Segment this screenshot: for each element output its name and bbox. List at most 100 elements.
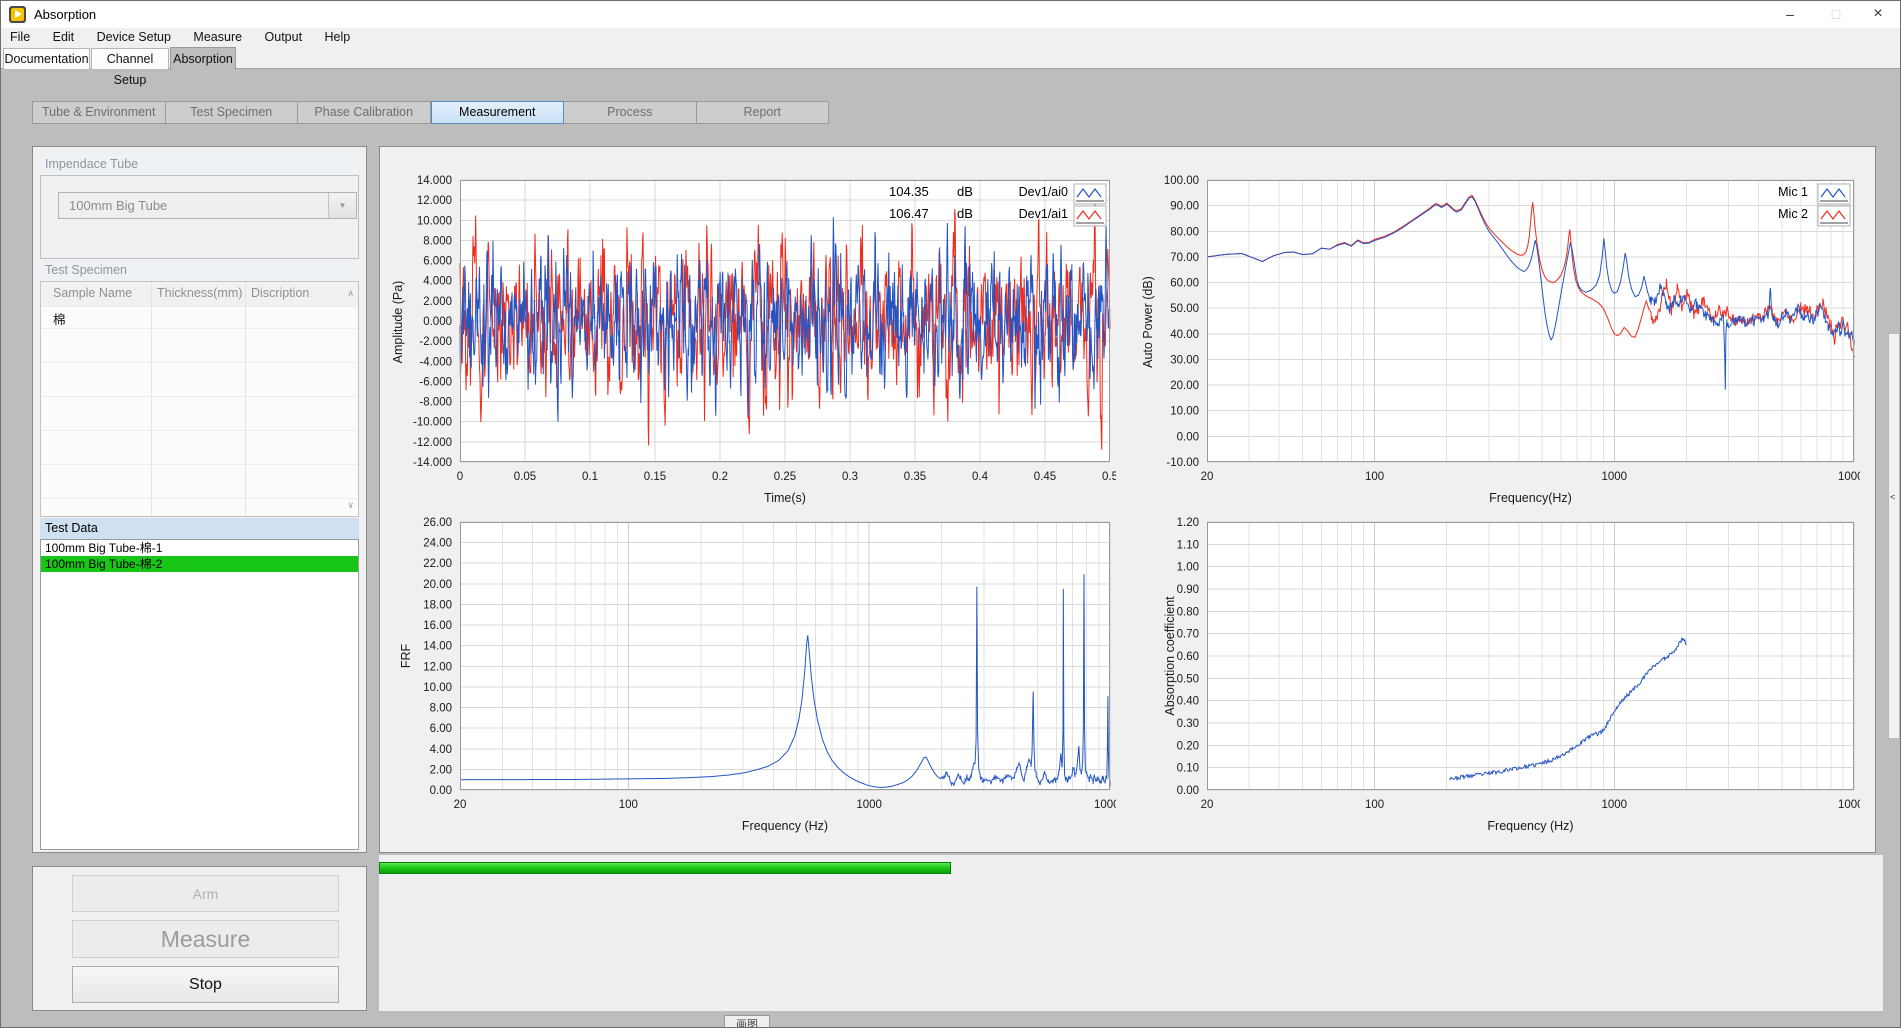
subtab-test-specimen[interactable]: Test Specimen <box>166 101 299 124</box>
chart-text: 14.00 <box>423 641 452 653</box>
chart-text: 100 <box>619 799 638 811</box>
chart-text: 20 <box>454 799 467 811</box>
chart-text: 22.00 <box>423 558 452 570</box>
chart-text: 0.15 <box>644 471 666 483</box>
chart-text: -8.000 <box>419 397 452 409</box>
subtab-process[interactable]: Process <box>564 101 697 124</box>
chart-text: 0.2 <box>712 471 728 483</box>
tab-documentation[interactable]: Documentation <box>3 48 90 69</box>
legend-item-mic-1[interactable] <box>1818 184 1850 204</box>
chevron-down-icon[interactable]: ▼ <box>328 193 356 218</box>
chart-text: 104.35 <box>889 184 929 199</box>
chart-text: dB <box>957 206 973 221</box>
plot-window-tab[interactable]: 画图 <box>724 1015 770 1028</box>
chart-text: 0.10 <box>1177 763 1199 775</box>
chart-text: 10000 <box>1838 799 1860 811</box>
chart-text: 20 <box>1201 799 1214 811</box>
chart-text: 30.00 <box>1170 354 1199 366</box>
chart-text: -10.00 <box>1166 457 1199 469</box>
chart-text: 24.00 <box>423 538 452 550</box>
menu-help[interactable]: Help <box>316 28 360 44</box>
arm-button[interactable]: Arm <box>72 875 339 912</box>
chart-svg-time-waveform: -14.000-12.000-10.000-8.000-6.000-4.000-… <box>380 172 1116 508</box>
chart-text: 0.00 <box>430 785 452 797</box>
chart-svg-absorption-coefficient: 0.000.100.200.300.400.500.600.700.800.90… <box>1127 514 1860 836</box>
chart-text: 100 <box>1365 471 1384 483</box>
chart-text: Frequency (Hz) <box>742 819 828 833</box>
chart-absorption-coefficient[interactable]: 0.000.100.200.300.400.500.600.700.800.90… <box>1127 514 1860 836</box>
chart-text: 50.00 <box>1170 303 1199 315</box>
chart-frf[interactable]: 0.002.004.006.008.0010.0012.0014.0016.00… <box>380 514 1116 836</box>
chart-text: Dev1/ai0 <box>1019 185 1068 199</box>
menu-device-setup[interactable]: Device Setup <box>88 28 180 44</box>
subtab-phase-calibration[interactable]: Phase Calibration <box>298 101 431 124</box>
chart-text: FRF <box>399 643 413 668</box>
chart-time-waveform[interactable]: -14.000-12.000-10.000-8.000-6.000-4.000-… <box>380 172 1116 508</box>
chart-text: 16.00 <box>423 620 452 632</box>
menu-output[interactable]: Output <box>256 28 312 44</box>
close-button[interactable]: × <box>1858 1 1898 28</box>
test-data-header: Test Data <box>40 518 359 539</box>
column-thickness: Thickness(mm) <box>157 286 242 300</box>
title-bar: Absorption – □ × <box>1 1 1901 29</box>
chart-text: Auto Power (dB) <box>1141 276 1155 368</box>
chart-text: 10.000 <box>417 215 452 227</box>
chart-text: 0.20 <box>1177 740 1199 752</box>
specimen-row-sample-name[interactable]: 棉 <box>53 309 66 328</box>
scroll-up-icon[interactable]: ∧ <box>347 288 354 299</box>
chart-text: Time(s) <box>764 491 806 505</box>
chart-text: -14.000 <box>413 457 452 469</box>
column-sample-name: Sample Name <box>53 286 132 300</box>
scroll-down-icon[interactable]: ∨ <box>347 500 354 511</box>
maximize-button[interactable]: □ <box>1816 1 1856 28</box>
subtab-measurement[interactable]: Measurement <box>431 101 565 124</box>
minimize-button[interactable]: – <box>1770 1 1810 28</box>
sidebar-panel: Impendace Tube 100mm Big Tube ▼ Test Spe… <box>32 146 367 853</box>
subtab-report[interactable]: Report <box>697 101 830 124</box>
legend-item-dev1-ai0[interactable] <box>1074 184 1106 204</box>
chart-text: 18.00 <box>423 599 452 611</box>
impedance-tube-dropdown[interactable]: 100mm Big Tube ▼ <box>58 192 357 219</box>
chart-text: -4.000 <box>419 356 452 368</box>
chart-text: 0.50 <box>1177 673 1199 685</box>
chart-text: 10.00 <box>1170 406 1199 418</box>
test-specimen-table[interactable]: Sample Name Thickness(mm) Discription ∧ … <box>40 281 359 517</box>
chart-text: 14.000 <box>417 175 452 187</box>
tab-absorption[interactable]: Absorption <box>170 47 236 70</box>
chart-text: Absorption coefficient <box>1163 596 1177 716</box>
menu-file[interactable]: File <box>1 28 39 44</box>
measure-button[interactable]: Measure <box>72 920 339 958</box>
chart-text: 0.1 <box>582 471 598 483</box>
application-window: Absorption – □ × File Edit Device Setup … <box>0 0 1901 1028</box>
chart-text: 0.60 <box>1177 651 1199 663</box>
side-collapse-bar[interactable]: < <box>1888 333 1900 739</box>
subtab-tube-environment[interactable]: Tube & Environment <box>32 101 166 124</box>
test-data-item-1[interactable]: 100mm Big Tube-棉-1 <box>41 540 358 556</box>
window-title: Absorption <box>34 7 96 22</box>
chart-svg-frf: 0.002.004.006.008.0010.0012.0014.0016.00… <box>380 514 1116 836</box>
bottom-strip <box>1 1013 1901 1028</box>
chart-auto-power[interactable]: -10.000.0010.0020.0030.0040.0050.0060.00… <box>1127 172 1860 508</box>
legend-item-mic-2[interactable] <box>1818 206 1850 226</box>
chart-text: 12.000 <box>417 195 452 207</box>
chart-text: 0.5 <box>1102 471 1116 483</box>
chart-text: 0.90 <box>1177 584 1199 596</box>
chart-text: 0.70 <box>1177 629 1199 641</box>
chart-text: Mic 2 <box>1778 207 1808 221</box>
stop-button[interactable]: Stop <box>72 966 339 1003</box>
chart-text: 106.47 <box>889 206 929 221</box>
test-specimen-header: Test Specimen <box>40 260 359 281</box>
menu-edit[interactable]: Edit <box>44 28 84 44</box>
chart-text: 0.45 <box>1034 471 1056 483</box>
chart-text: 100.00 <box>1164 175 1199 187</box>
test-data-list[interactable]: 100mm Big Tube-棉-1 100mm Big Tube-棉-2 <box>40 539 359 850</box>
chart-text: 10.00 <box>423 682 452 694</box>
collapse-panel-arrow-icon[interactable]: < <box>1890 492 1895 502</box>
column-discription: Discription <box>251 286 309 300</box>
chart-text: Amplitude (Pa) <box>391 281 405 364</box>
tab-channel-setup[interactable]: Channel Setup <box>91 48 169 69</box>
menu-measure[interactable]: Measure <box>184 28 251 44</box>
legend-item-dev1-ai1[interactable] <box>1074 206 1106 226</box>
app-icon <box>9 6 26 23</box>
test-data-item-2[interactable]: 100mm Big Tube-棉-2 <box>41 556 358 572</box>
